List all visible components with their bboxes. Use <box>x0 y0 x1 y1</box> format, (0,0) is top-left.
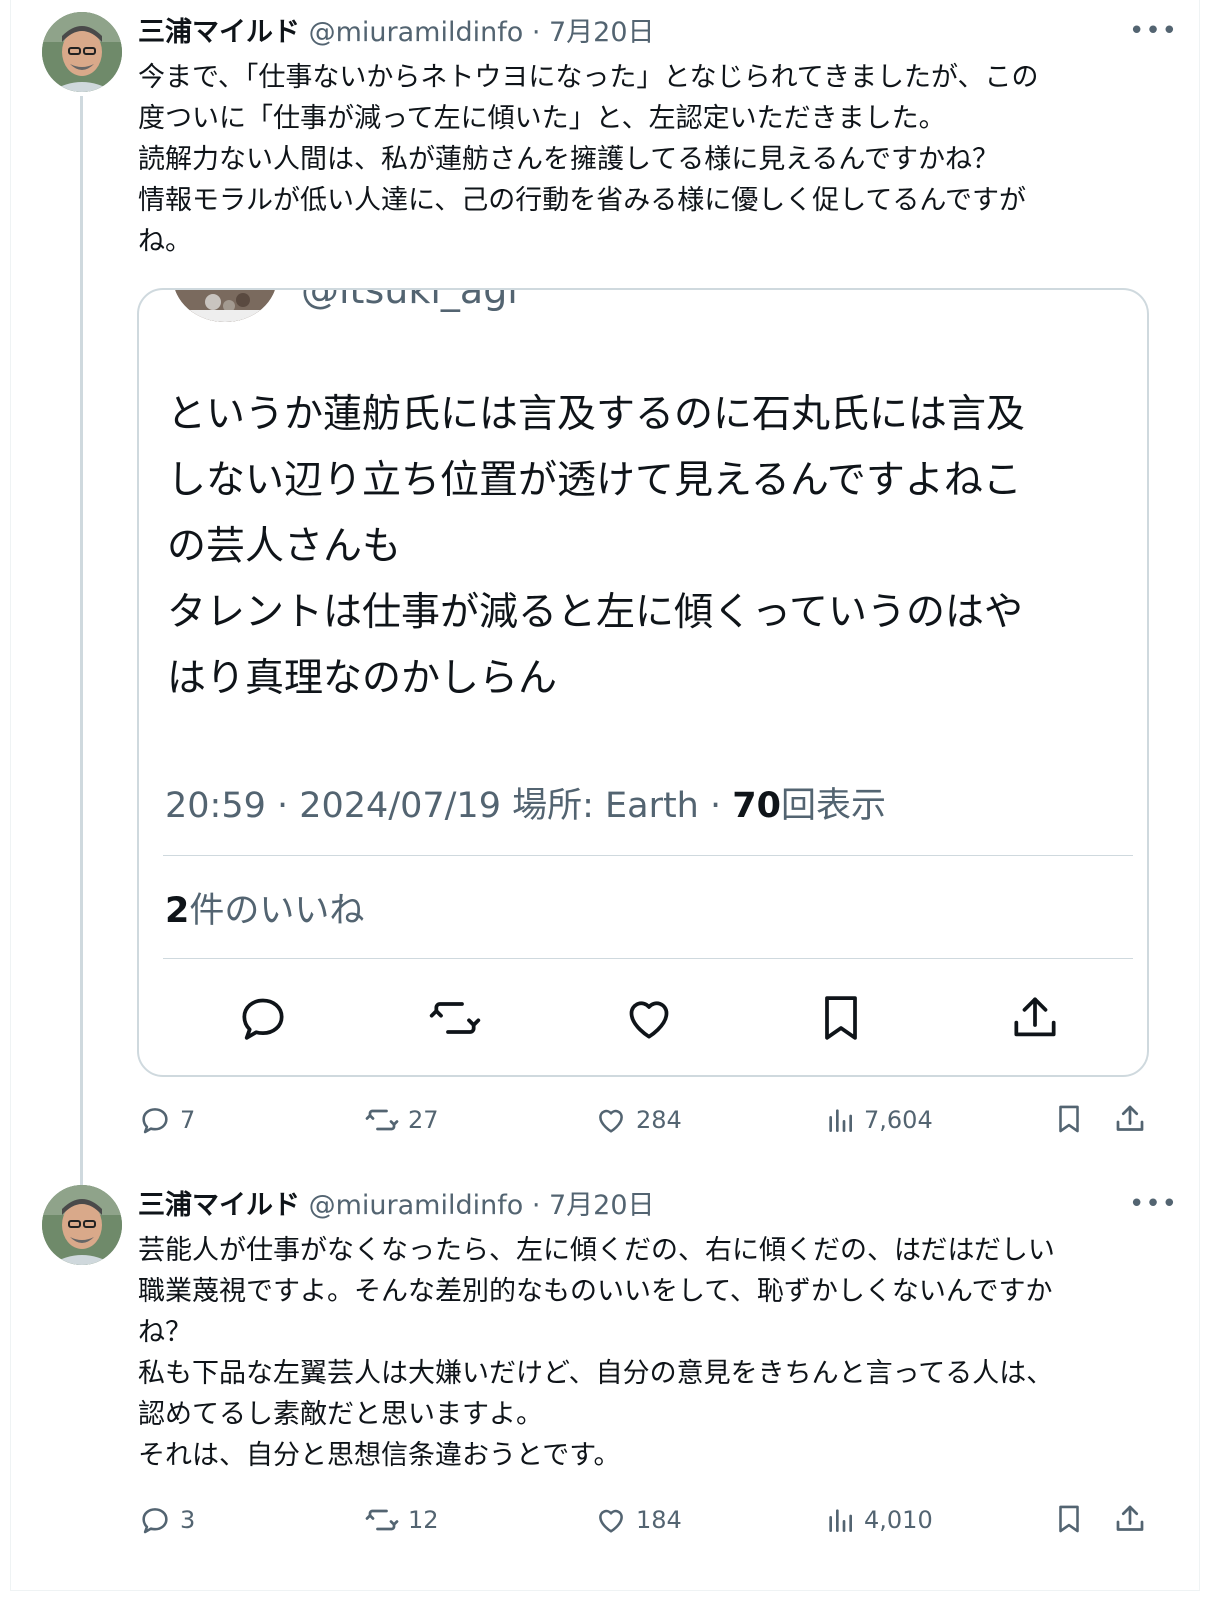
share-button[interactable] <box>1112 1500 1148 1542</box>
like-button[interactable]: 184 <box>594 1500 682 1540</box>
like-button[interactable]: 284 <box>594 1100 682 1140</box>
reply-icon <box>142 1108 168 1134</box>
quoted-text-line: しない辺り立ち位置が透けて見えるんですよねこ <box>167 458 1022 503</box>
tweet-text-line: 職業蔑視ですよ。そんな差別的なものいいをして、恥ずかしくないんですか <box>138 1276 1053 1307</box>
tweet-text-line: それは、自分と思想信条違おうとです。 <box>138 1440 621 1471</box>
tweet-text: 今まで、「仕事ないからネトウヨになった」となじられてきましたが、この 度ついに「… <box>138 57 1148 262</box>
more-options-icon[interactable]: ••• <box>1129 16 1177 46</box>
tweet-date[interactable]: · 7月20日 <box>532 17 655 48</box>
repost-icon <box>365 1509 399 1531</box>
quoted-tweet-card[interactable]: @itsuki_agi というか蓮舫氏には言及するのに石丸氏には言及 しない辺り… <box>137 288 1149 1077</box>
view-count: 4,010 <box>864 1506 933 1534</box>
author-handle[interactable]: @miuramildinfo <box>309 17 524 48</box>
share-icon <box>1007 990 1063 1046</box>
divider <box>163 958 1133 959</box>
quoted-handle: @itsuki_agi <box>301 288 518 312</box>
avatar[interactable] <box>42 1185 122 1265</box>
heart-icon <box>621 990 677 1046</box>
quoted-timestamp: 20:59 · 2024/07/19 場所: Earth · 70回表示 <box>165 777 886 828</box>
bookmark-icon <box>1059 1505 1079 1533</box>
reply-count: 7 <box>180 1106 196 1134</box>
tweet-text: 芸能人が仕事がなくなったら、左に傾くだの、右に傾くだの、はだはだしい 職業蔑視で… <box>138 1230 1148 1476</box>
share-icon <box>1116 1505 1144 1531</box>
quoted-time: 20:59 · 2024/07/19 場所: Earth · <box>165 786 733 826</box>
like-count: 184 <box>636 1506 682 1534</box>
avatar[interactable] <box>42 12 122 92</box>
avatar-photo <box>42 1185 122 1265</box>
quoted-text-line: というか蓮舫氏には言及するのに石丸氏には言及 <box>167 392 1026 437</box>
bookmark-button[interactable] <box>1052 1500 1086 1542</box>
tweet-text-line: 私も下品な左翼芸人は大嫌いだけど、自分の意見をきちんと言ってる人は、 <box>138 1358 1054 1389</box>
tweet-date[interactable]: · 7月20日 <box>532 1190 655 1221</box>
tweet-text-line: 読解力ない人間は、私が蓮舫さんを擁護してる様に見えるんですかね？ <box>138 144 1000 175</box>
views-button[interactable]: 7,604 <box>824 1100 933 1140</box>
repost-icon <box>427 990 483 1046</box>
quoted-tweet-text: というか蓮舫氏には言及するのに石丸氏には言及 しない辺り立ち位置が透けて見えるん… <box>167 382 1025 712</box>
avatar-photo <box>42 12 122 92</box>
repost-button[interactable]: 27 <box>364 1100 439 1140</box>
author-name[interactable]: 三浦マイルド <box>138 17 300 48</box>
quoted-like-summary: 2件のいいね <box>165 882 364 933</box>
author-handle[interactable]: @miuramildinfo <box>309 1190 524 1221</box>
heart-icon <box>599 1509 623 1533</box>
tweet-action-bar: 7 27 284 7,604 <box>138 1100 1158 1140</box>
tweet-text-line: 度ついに「仕事が減って左に傾いた」と、左認定いただきました。 <box>138 103 946 134</box>
tweet-text-line: ね。 <box>138 226 192 257</box>
author-name[interactable]: 三浦マイルド <box>138 1190 300 1221</box>
bookmark-icon <box>813 990 869 1046</box>
repost-icon <box>365 1109 399 1131</box>
views-icon <box>829 1109 852 1132</box>
thread-connector-line <box>80 96 83 1206</box>
quoted-text-line: の芸人さんも <box>167 524 402 569</box>
quoted-like-count: 2 <box>165 891 190 931</box>
tweet-text-line: 認めてるし素敵だと思いますよ。 <box>138 1399 543 1430</box>
quoted-avatar <box>173 290 277 322</box>
repost-button[interactable]: 12 <box>364 1500 439 1540</box>
quoted-view-count: 70 <box>732 786 781 826</box>
tweet-text-line: 今まで、「仕事ないからネトウヨになった」となじられてきましたが、この <box>138 62 1039 93</box>
quoted-text-line: はり真理なのかしらん <box>167 656 558 701</box>
repost-count: 12 <box>408 1506 439 1534</box>
more-options-icon[interactable]: ••• <box>1129 1189 1177 1219</box>
views-button[interactable]: 4,010 <box>824 1500 933 1540</box>
tweet-header: 三浦マイルド @miuramildinfo · 7月20日 <box>138 16 655 50</box>
tweet-text-line: 芸能人が仕事がなくなったら、左に傾くだの、右に傾くだの、はだはだしい <box>138 1235 1055 1266</box>
tweet-text-line: ね？ <box>138 1317 192 1348</box>
bookmark-icon <box>1059 1105 1079 1133</box>
share-icon <box>1116 1105 1144 1131</box>
quoted-action-bar <box>139 990 1147 1046</box>
reply-icon <box>142 1508 168 1534</box>
view-count: 7,604 <box>864 1106 933 1134</box>
tweet-header: 三浦マイルド @miuramildinfo · 7月20日 <box>138 1189 655 1223</box>
tweet-text-line: 情報モラルが低い人達に、己の行動を省みる様に優しく促してるんですが <box>138 185 1027 216</box>
tweet-action-bar: 3 12 184 4,010 <box>138 1500 1158 1540</box>
quoted-text-line: タレントは仕事が減ると左に傾くっていうのはや <box>167 590 1024 635</box>
reply-count: 3 <box>180 1506 196 1534</box>
reply-button[interactable]: 7 <box>138 1100 195 1140</box>
share-button[interactable] <box>1112 1100 1148 1142</box>
repost-count: 27 <box>408 1106 439 1134</box>
divider <box>163 855 1133 856</box>
quoted-view-label: 回表示 <box>780 786 886 826</box>
reply-button[interactable]: 3 <box>138 1500 195 1540</box>
reply-icon <box>235 990 291 1046</box>
heart-icon <box>599 1109 623 1133</box>
views-icon <box>829 1509 852 1532</box>
bookmark-button[interactable] <box>1052 1100 1086 1142</box>
like-count: 284 <box>636 1106 682 1134</box>
quoted-like-label: 件のいいね <box>189 891 365 931</box>
quoted-avatar-photo <box>173 290 277 322</box>
